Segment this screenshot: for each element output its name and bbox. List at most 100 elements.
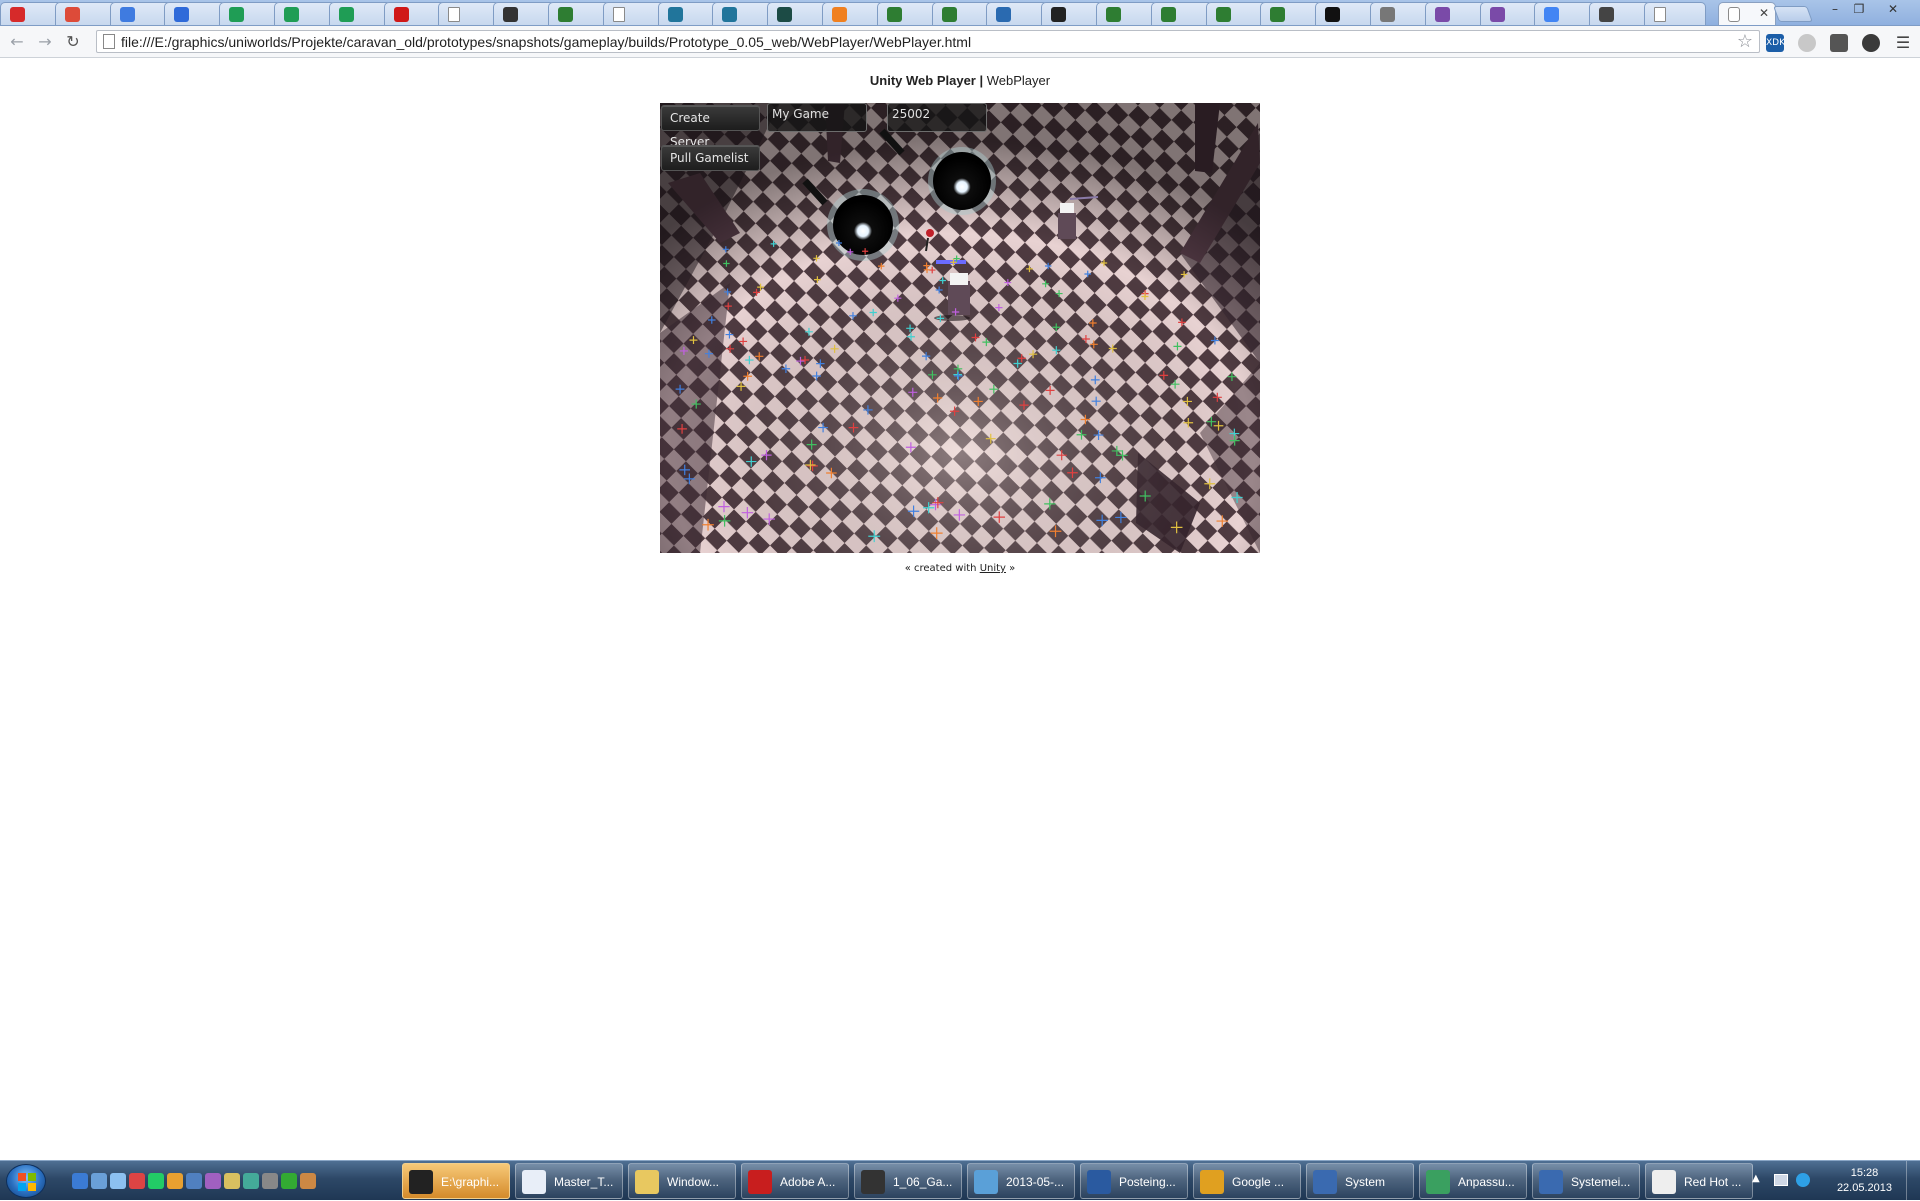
page-footer: « created with Unity » [0, 563, 1920, 574]
browser-toolbar: ← → ↻ file:///E:/graphics/uniworlds/Proj… [0, 26, 1920, 58]
taskbar-button-label: Master_T... [554, 1175, 614, 1189]
restore-icon[interactable]: ❐ [1848, 0, 1870, 18]
browser-tab[interactable] [328, 2, 391, 25]
quick-launch-icon[interactable] [224, 1173, 240, 1189]
browser-tab[interactable] [712, 2, 775, 25]
minimize-icon[interactable]: – [1824, 0, 1846, 18]
reload-icon[interactable]: ↻ [62, 32, 84, 52]
browser-tab[interactable] [657, 2, 720, 25]
quick-launch-icon[interactable] [186, 1173, 202, 1189]
greenapp-icon [1160, 7, 1176, 22]
quick-launch-icon[interactable] [300, 1173, 316, 1189]
browser-tab[interactable] [109, 2, 172, 25]
calendar-icon [119, 7, 135, 22]
tab-close-icon[interactable]: ✕ [1759, 6, 1769, 20]
unity-link[interactable]: Unity [980, 563, 1006, 574]
browser-tab[interactable] [602, 2, 665, 25]
browser-tab[interactable] [1479, 2, 1542, 25]
create-server-button[interactable]: Create Server [661, 105, 760, 149]
taskbar-button[interactable]: Adobe A... [741, 1163, 849, 1199]
browser-tab[interactable] [274, 2, 336, 25]
quick-launch-icon[interactable] [110, 1173, 126, 1189]
xdk-icon[interactable]: XDK [1766, 34, 1785, 52]
browser-tab[interactable] [1315, 2, 1378, 25]
gray-circle-icon[interactable] [1798, 34, 1816, 52]
clock[interactable]: 15:28 22.05.2013 [1837, 1166, 1892, 1196]
delicious-icon [174, 7, 190, 22]
network-icon[interactable] [1774, 1174, 1788, 1186]
game-name-field[interactable]: My Game [767, 103, 867, 132]
quick-launch-icon[interactable] [167, 1173, 183, 1189]
new-tab-button[interactable] [1773, 6, 1813, 22]
footer-prefix: « created with [904, 563, 980, 574]
url-text[interactable]: file:///E:/graphics/uniworlds/Projekte/c… [121, 34, 971, 50]
system-icon [1539, 1170, 1563, 1194]
browser-tab[interactable] [822, 2, 884, 25]
browser-tab[interactable] [493, 2, 556, 25]
taskbar-button[interactable]: Window... [628, 1163, 736, 1199]
taskbar-button-label: Anpassu... [1458, 1175, 1515, 1189]
quick-launch-icon[interactable] [72, 1173, 88, 1189]
sheets-icon [284, 7, 299, 22]
quick-launch-icon[interactable] [281, 1173, 297, 1189]
browser-tab[interactable] [1260, 2, 1323, 25]
eye-icon [1051, 7, 1067, 22]
taskbar-button[interactable]: Master_T... [515, 1163, 623, 1199]
gauge-icon[interactable] [1862, 34, 1880, 52]
browser-tab[interactable] [1424, 2, 1487, 25]
taskbar-button[interactable]: System [1306, 1163, 1414, 1199]
quick-launch-icon[interactable] [91, 1173, 107, 1189]
taskbar-button-label: 1_06_Ga... [893, 1175, 953, 1189]
browser-tab-active[interactable]: ✕ [1718, 2, 1776, 25]
menu-icon[interactable]: ☰ [1894, 34, 1912, 52]
browser-tab[interactable] [1150, 2, 1213, 25]
taskbar-button[interactable]: Anpassu... [1419, 1163, 1527, 1199]
browser-tab[interactable] [548, 2, 610, 25]
taskbar-button[interactable]: Systemei... [1532, 1163, 1640, 1199]
quick-launch-icon[interactable] [243, 1173, 259, 1189]
browser-tab[interactable] [438, 2, 501, 25]
unity-player[interactable]: Create Server My Game 25002 Pull Gamelis… [660, 103, 1260, 553]
taskbar-button-label: Posteing... [1119, 1175, 1176, 1189]
show-desktop-button[interactable] [1906, 1161, 1920, 1201]
browser-tab[interactable] [219, 2, 282, 25]
tray-expand-icon[interactable]: ▲ [1752, 1173, 1760, 1184]
taskbar-button[interactable]: Google ... [1193, 1163, 1301, 1199]
taskbar-button[interactable]: 1_06_Ga... [854, 1163, 962, 1199]
browser-tab[interactable] [1205, 2, 1268, 25]
browser-tab[interactable] [1041, 2, 1104, 25]
browser-tab[interactable] [1096, 2, 1158, 25]
browser-tab[interactable] [876, 2, 939, 25]
browser-tab[interactable] [1589, 2, 1652, 25]
puzzle-icon[interactable] [1830, 34, 1848, 52]
quick-launch-icon[interactable] [205, 1173, 221, 1189]
bookmark-star-icon[interactable]: ☆ [1737, 31, 1753, 52]
browser-tab[interactable] [931, 2, 994, 25]
forward-icon[interactable]: → [34, 32, 56, 52]
address-bar[interactable]: file:///E:/graphics/uniworlds/Projekte/c… [96, 30, 1760, 53]
taskbar-button-label: Systemei... [1571, 1175, 1631, 1189]
browser-tab[interactable] [986, 2, 1049, 25]
browser-tab[interactable] [767, 2, 830, 25]
taskbar-button[interactable]: 2013-05-... [967, 1163, 1075, 1199]
browser-tab[interactable] [383, 2, 446, 25]
browser-tab[interactable] [0, 2, 62, 25]
browser-tab[interactable] [1534, 2, 1597, 25]
browser-tab[interactable] [1644, 2, 1706, 25]
taskbar-button[interactable]: E:\graphi... [402, 1163, 510, 1199]
taskbar-button[interactable]: Red Hot ... [1645, 1163, 1753, 1199]
start-button[interactable] [6, 1164, 46, 1198]
quick-launch-icon[interactable] [129, 1173, 145, 1189]
port-field[interactable]: 25002 [887, 103, 987, 132]
pull-gamelist-button[interactable]: Pull Gamelist [661, 145, 760, 171]
back-icon[interactable]: ← [6, 32, 28, 52]
quick-launch-icon[interactable] [262, 1173, 278, 1189]
close-icon[interactable]: ✕ [1882, 0, 1904, 18]
taskbar-button[interactable]: Posteing... [1080, 1163, 1188, 1199]
browser-tab[interactable] [54, 2, 117, 25]
quick-launch-icon[interactable] [148, 1173, 164, 1189]
tray-app-icon[interactable] [1796, 1173, 1810, 1187]
clock-time: 15:28 [1850, 1167, 1879, 1179]
browser-tab[interactable] [1370, 2, 1432, 25]
browser-tab[interactable] [164, 2, 227, 25]
